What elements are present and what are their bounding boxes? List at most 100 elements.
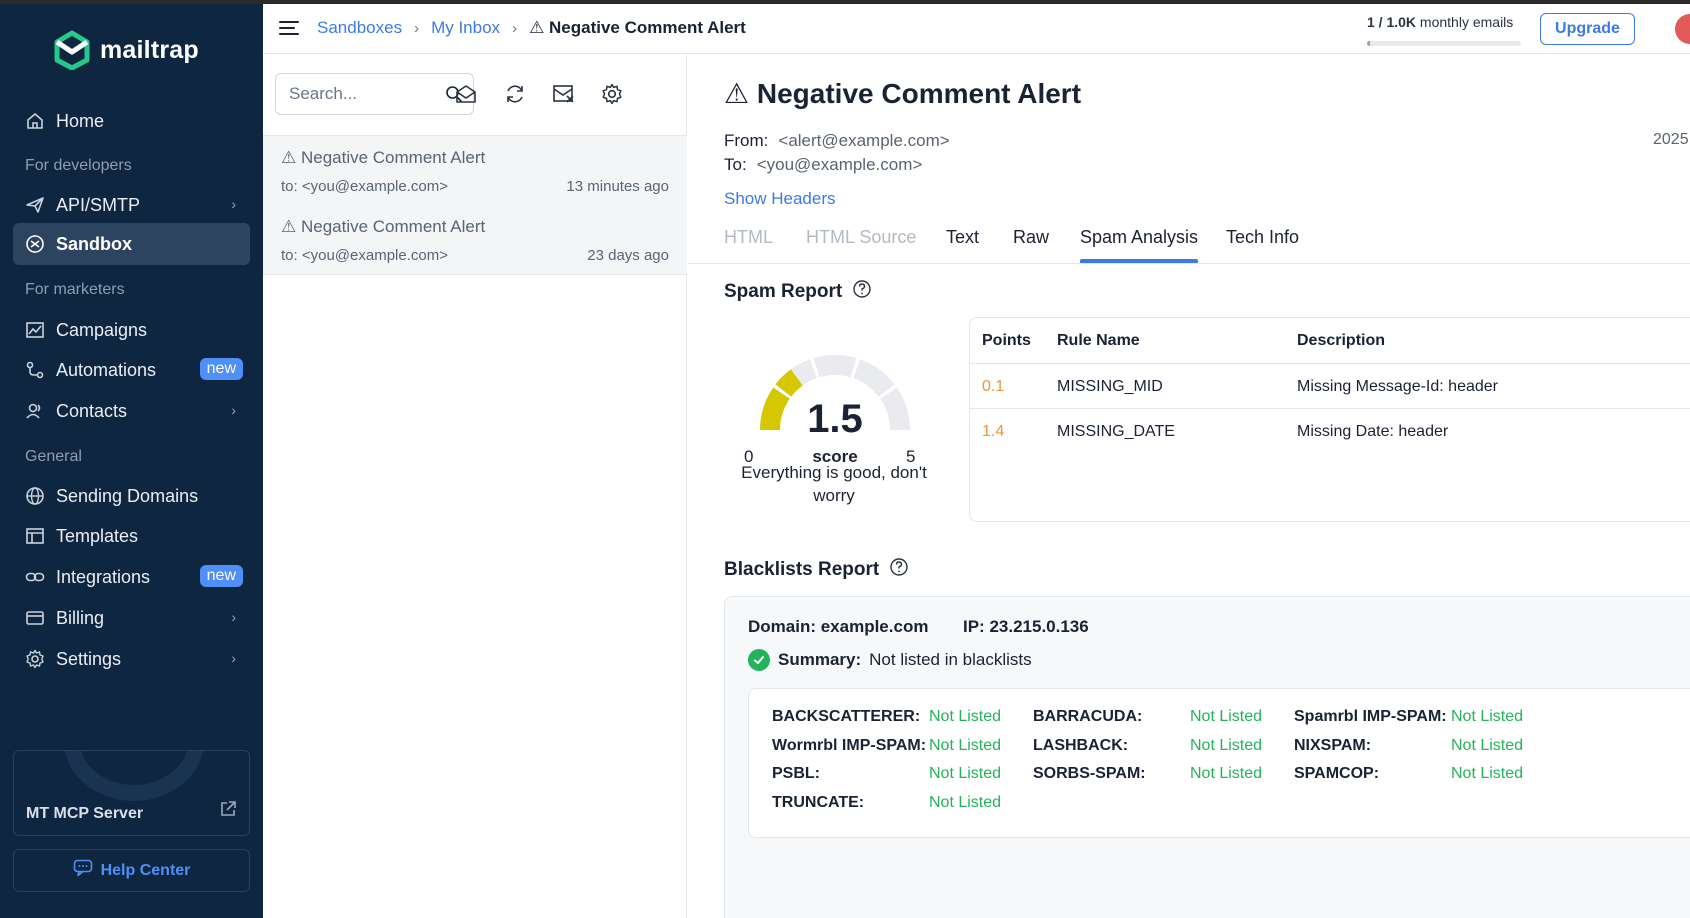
sidebar-item-home[interactable]: Home <box>13 100 250 142</box>
blacklist-status: Not Listed <box>1451 737 1524 754</box>
help-circle-icon[interactable] <box>889 557 909 583</box>
chart-icon <box>24 319 46 341</box>
blacklist-name: LASHBACK: <box>1033 737 1129 754</box>
breadcrumb: Sandboxes › My Inbox › ⚠ Negative Commen… <box>317 18 746 38</box>
spam-report-title: Spam Report <box>724 279 872 305</box>
blacklist-name: SPAMCOP: <box>1294 765 1380 782</box>
avatar[interactable] <box>1675 14 1690 44</box>
sidebar-item-integrations[interactable]: Integrations new <box>13 556 250 598</box>
tab-tech-info[interactable]: Tech Info <box>1226 217 1299 263</box>
blacklists-card: Domain: example.com IP: 23.215.0.136 Sum… <box>724 596 1690 918</box>
rule-description: Missing Message-Id: header <box>1297 378 1498 395</box>
sidebar-item-label: Settings <box>56 648 122 669</box>
message-subject: ⚠ Negative Comment Alert <box>281 148 486 167</box>
upgrade-button[interactable]: Upgrade <box>1540 13 1635 45</box>
sidebar-item-campaigns[interactable]: Campaigns <box>13 309 250 351</box>
sidebar-item-label: Automations <box>56 359 157 380</box>
sidebar-item-sending-domains[interactable]: Sending Domains <box>13 475 250 517</box>
breadcrumb-my-inbox[interactable]: My Inbox <box>431 18 500 38</box>
table-row: 0.1 MISSING_MID Missing Message-Id: head… <box>970 364 1690 409</box>
tab-raw[interactable]: Raw <box>1013 217 1049 263</box>
sidebar-item-settings[interactable]: Settings › <box>13 638 250 680</box>
rule-description: Missing Date: header <box>1297 423 1449 440</box>
mcp-server-card[interactable]: MT MCP Server <box>13 750 250 836</box>
blacklist-name: BACKSCATTERER: <box>772 708 921 725</box>
globe-icon <box>24 485 46 507</box>
gear-icon <box>24 648 46 670</box>
blacklist-name: NIXSPAM: <box>1294 737 1372 754</box>
search-box[interactable] <box>275 73 474 115</box>
blacklist-name: BARRACUDA: <box>1033 708 1143 725</box>
sidebar-item-templates[interactable]: Templates <box>13 515 250 557</box>
tab-text[interactable]: Text <box>946 217 979 263</box>
blacklist-status: Not Listed <box>1451 708 1524 725</box>
mcp-server-label: MT MCP Server <box>26 805 144 822</box>
from-line: From: <alert@example.com> <box>724 131 950 151</box>
chevron-right-icon: › <box>231 650 236 666</box>
table-header: Points Rule Name Description <box>970 318 1690 364</box>
blacklist-name: TRUNCATE: <box>772 794 865 811</box>
sidebar-item-label: Contacts <box>56 400 128 421</box>
breadcrumb-separator-icon: › <box>512 19 518 37</box>
refresh-icon[interactable] <box>502 81 528 107</box>
quota-label: monthly emails <box>1419 14 1514 30</box>
top-header: Sandboxes › My Inbox › ⚠ Negative Commen… <box>263 4 1690 54</box>
automation-icon <box>24 359 46 381</box>
to-address: <you@example.com> <box>756 155 923 174</box>
table-row: 1.4 MISSING_DATE Missing Date: header <box>970 409 1690 454</box>
sidebar-item-label: Campaigns <box>56 319 148 340</box>
message-subject: ⚠ Negative Comment Alert <box>281 217 486 236</box>
gauge-segment <box>853 359 895 397</box>
breadcrumb-sandboxes[interactable]: Sandboxes <box>317 18 402 38</box>
message-list-pane: ⚠ Negative Comment Alert to: <you@exampl… <box>263 55 687 918</box>
new-badge: new <box>199 565 243 587</box>
blacklist-summary: Summary: Not listed in blacklists <box>748 649 1032 671</box>
sidebar-item-label: Integrations <box>56 566 151 587</box>
tab-html-source[interactable]: HTML Source <box>806 217 916 263</box>
quota-used: 1 / 1.0K <box>1367 14 1417 30</box>
menu-icon[interactable] <box>279 19 299 42</box>
sidebar-item-billing[interactable]: Billing › <box>13 597 250 639</box>
gear-icon[interactable] <box>599 81 625 107</box>
clear-inbox-icon[interactable] <box>551 81 577 107</box>
help-circle-icon[interactable] <box>852 279 872 305</box>
sidebar-item-automations[interactable]: Automations new <box>13 349 250 391</box>
blacklist-status: Not Listed <box>1451 765 1524 782</box>
sidebar-item-label: Home <box>56 110 105 131</box>
tab-spam-analysis[interactable]: Spam Analysis <box>1080 217 1199 263</box>
list-item[interactable]: ⚠ Negative Comment Alert to: <you@exampl… <box>263 205 687 275</box>
chevron-right-icon: › <box>231 196 236 212</box>
summary-value: Not listed in blacklists <box>869 650 1032 669</box>
card-icon <box>24 607 46 629</box>
blacklist-status: Not Listed <box>929 765 1002 782</box>
message-recipient: to: <you@example.com> <box>281 178 448 195</box>
mailtrap-logo[interactable]: mailtrap <box>54 30 199 70</box>
mailtrap-logo-icon <box>54 30 90 70</box>
tabs-divider <box>688 263 1690 264</box>
search-input[interactable] <box>289 84 429 104</box>
sidebar-item-contacts[interactable]: Contacts › <box>13 390 250 432</box>
message-time: 23 days ago <box>587 247 669 264</box>
chevron-right-icon: › <box>231 609 236 625</box>
column-points: Points <box>982 332 1031 349</box>
column-description: Description <box>1297 332 1386 349</box>
list-item[interactable]: ⚠ Negative Comment Alert to: <you@exampl… <box>263 136 687 206</box>
sidebar-item-sandbox[interactable]: Sandbox <box>13 223 250 265</box>
help-center-button[interactable]: Help Center <box>13 849 250 892</box>
tab-html[interactable]: HTML <box>724 217 773 263</box>
sidebar-item-label: Templates <box>56 525 139 546</box>
gauge-segment <box>813 355 857 378</box>
sidebar-item-label: API/SMTP <box>56 194 141 215</box>
rule-name: MISSING_DATE <box>1057 423 1175 440</box>
contacts-icon <box>24 400 46 422</box>
blacklists-report-title: Blacklists Report <box>724 557 909 583</box>
quota-progress-bar <box>1367 41 1521 46</box>
message-detail-pane: ⚠ Negative Comment Alert From: <alert@exa… <box>688 55 1690 918</box>
mark-read-icon[interactable] <box>453 81 479 107</box>
blacklist-status: Not Listed <box>1190 708 1263 725</box>
show-headers-link[interactable]: Show Headers <box>724 189 836 209</box>
message-time: 13 minutes ago <box>566 178 669 195</box>
sidebar-item-api-smtp[interactable]: API/SMTP › <box>13 184 250 226</box>
blacklist-name: Spamrbl IMP-SPAM: <box>1294 708 1447 725</box>
to-label: To: <box>724 155 747 174</box>
